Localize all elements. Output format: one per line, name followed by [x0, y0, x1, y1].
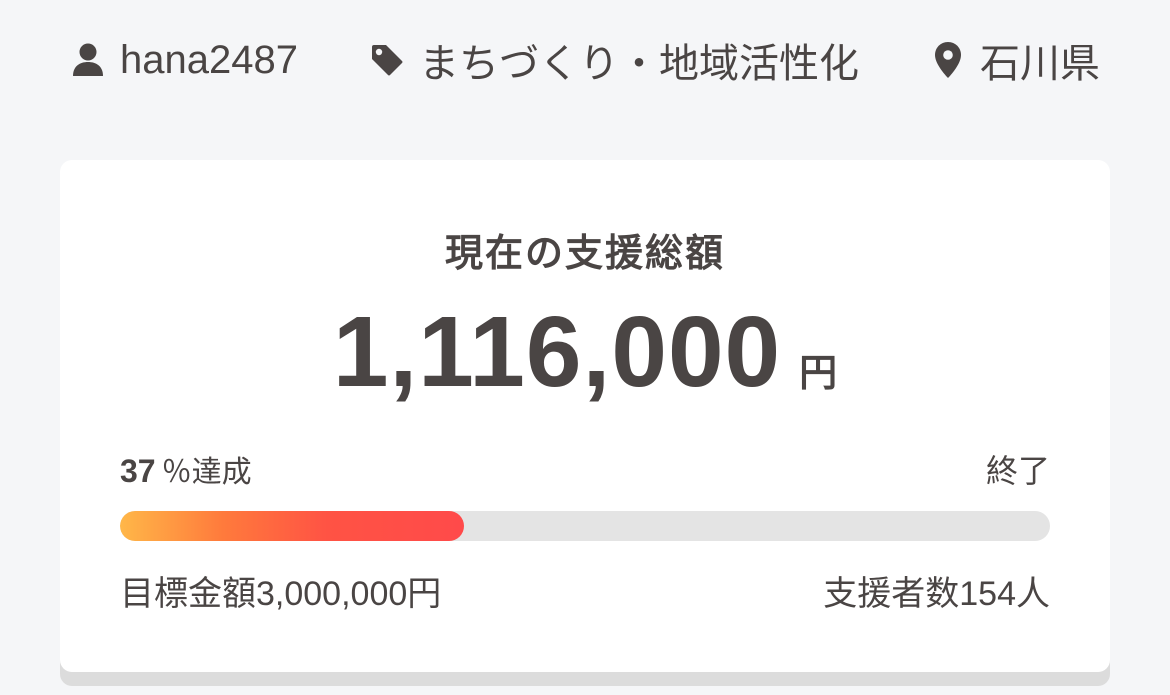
meta-user-name: hana2487 — [120, 37, 298, 82]
meta-location-label: 石川県 — [980, 42, 1100, 86]
meta-category-label: まちづくり・地域活性化 — [418, 42, 859, 86]
achievement-suffix: ％達成 — [161, 456, 252, 489]
funding-footer: 目標金額3,000,000円 支援者数154人 — [120, 566, 1050, 615]
supporters-count: 支援者数154人 — [823, 575, 1050, 613]
progress-labels: 37 ％達成 終了 — [120, 446, 1050, 492]
map-pin-icon — [930, 40, 966, 80]
status-label: 終了 — [985, 453, 1050, 489]
progress-fill — [120, 511, 465, 541]
funding-title: 現在の支援総額 — [444, 233, 725, 275]
funding-amount: 1,116,000 円 — [60, 295, 1110, 410]
achievement: 37 ％達成 — [120, 447, 252, 491]
amount-currency: 円 — [799, 353, 838, 395]
user-icon — [70, 40, 106, 80]
tag-icon — [369, 40, 405, 80]
meta-location[interactable]: 石川県 — [930, 31, 1100, 89]
amount-value: 1,116,000 — [332, 296, 782, 408]
project-meta: hana2487 まちづくり・地域活性化 石川県 — [70, 30, 1100, 90]
progress-bar — [120, 511, 1050, 541]
achievement-percent: 37 — [120, 453, 156, 489]
goal-amount: 目標金額3,000,000円 — [120, 575, 442, 613]
meta-category[interactable]: まちづくり・地域活性化 — [369, 31, 859, 89]
meta-user[interactable]: hana2487 — [70, 38, 298, 83]
